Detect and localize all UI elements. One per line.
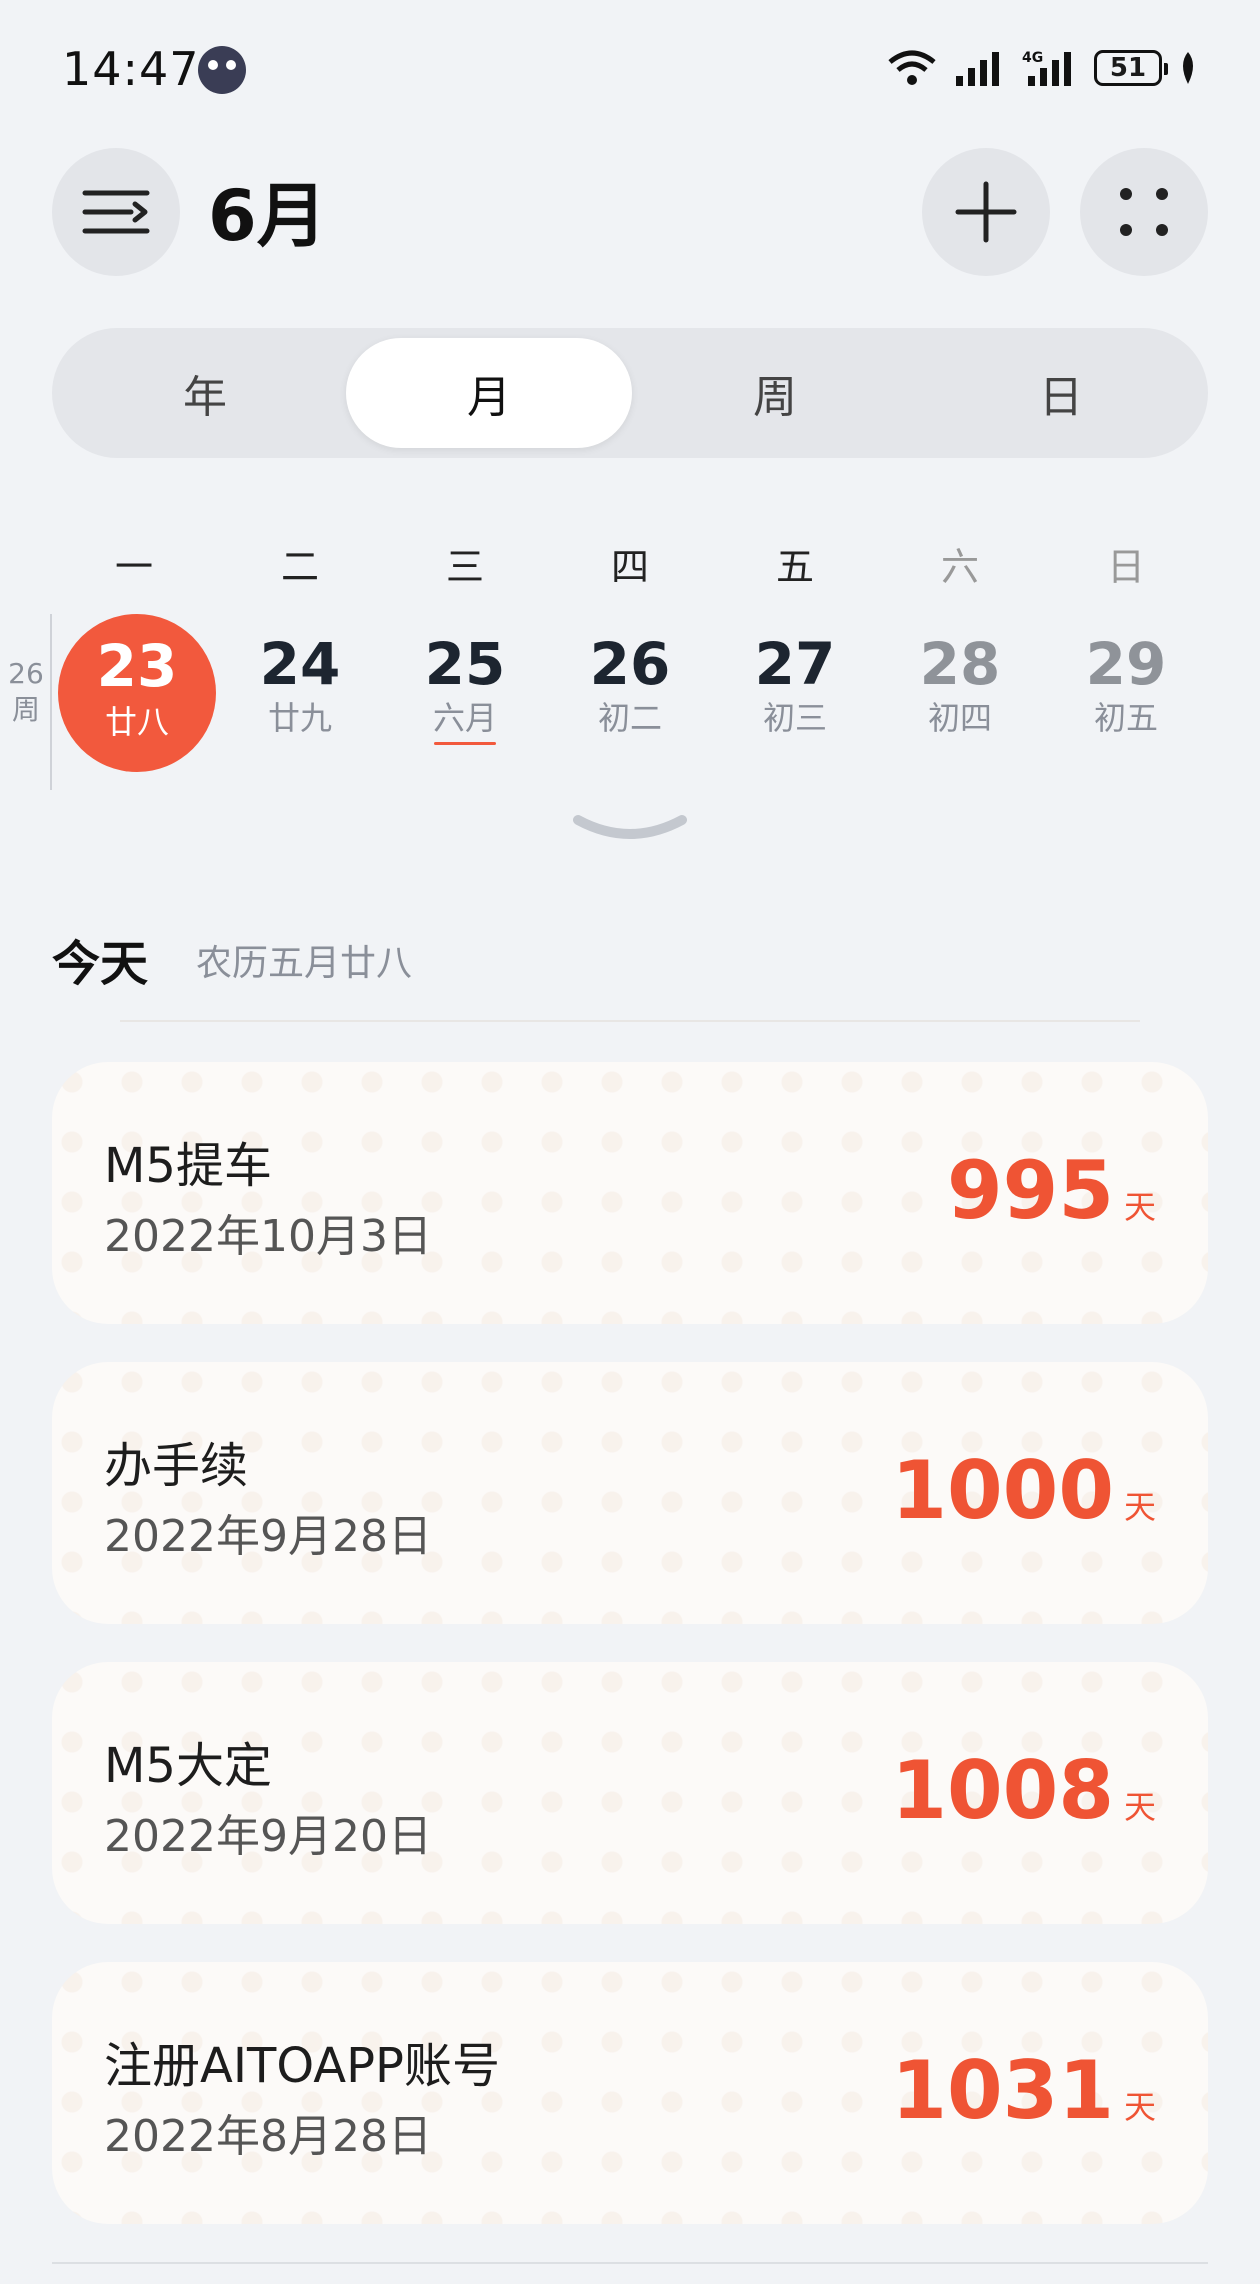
- day-number: 28: [919, 630, 1001, 698]
- week-number-value: 26: [8, 657, 44, 690]
- day-number: 29: [1085, 630, 1167, 698]
- event-days-count: 995: [946, 1144, 1114, 1237]
- event-date: 2022年8月28日: [104, 2111, 432, 2162]
- day-lunar: 廿九: [267, 699, 332, 737]
- event-days-unit: 天: [1123, 1788, 1156, 1826]
- day-number: 26: [589, 630, 671, 698]
- week-number-unit: 周: [11, 693, 40, 726]
- event-days-unit: 天: [1123, 1488, 1156, 1526]
- tab-month[interactable]: 月: [346, 338, 632, 448]
- event-card[interactable]: M5大定 2022年9月20日 1008 天: [52, 1662, 1208, 1924]
- bottom-divider: [52, 2262, 1208, 2264]
- svg-text:4G: 4G: [1022, 50, 1043, 66]
- more-options-button[interactable]: [1080, 148, 1208, 276]
- menu-icon: [82, 190, 150, 234]
- weekday-tue: 二: [280, 545, 319, 589]
- event-card[interactable]: 办手续 2022年9月28日 1000 天: [52, 1362, 1208, 1624]
- tab-day[interactable]: 日: [918, 338, 1204, 448]
- status-time: 14:47: [62, 42, 200, 96]
- event-card[interactable]: 注册AITOAPP账号 2022年8月28日 1031 天: [52, 1962, 1208, 2224]
- event-countdown: 1008 天: [891, 1744, 1156, 1837]
- status-icons: 4G 51: [886, 48, 1198, 88]
- weekday-sun: 日: [1106, 545, 1145, 589]
- day-lunar: 初二: [597, 699, 662, 737]
- event-days-count: 1000: [891, 1444, 1114, 1537]
- day-27[interactable]: 27 初三: [720, 630, 870, 738]
- weekday-sat: 六: [940, 545, 979, 589]
- divider: [120, 1020, 1140, 1022]
- battery-icon: 51: [1094, 50, 1168, 86]
- day-number: 27: [754, 630, 836, 698]
- today-lunar-date: 农历五月廿八: [196, 943, 413, 984]
- day-lunar: 初四: [927, 699, 992, 737]
- event-days-unit: 天: [1123, 1188, 1156, 1226]
- day-lunar: 初三: [762, 699, 827, 737]
- day-number: 24: [259, 630, 341, 698]
- week-divider: [50, 614, 52, 790]
- signal-4g-icon: 4G: [1022, 50, 1071, 86]
- battery-level: 51: [1109, 53, 1147, 83]
- day-28[interactable]: 28 初四: [885, 630, 1035, 738]
- plus-icon: [955, 181, 1017, 243]
- event-title: M5大定: [104, 1738, 272, 1794]
- tab-week[interactable]: 周: [632, 338, 918, 448]
- day-lunar: 六月: [432, 699, 497, 737]
- event-countdown: 1000 天: [891, 1444, 1156, 1537]
- notification-icon: [198, 46, 246, 94]
- event-days-count: 1008: [891, 1744, 1114, 1837]
- event-date: 2022年9月20日: [104, 1811, 432, 1862]
- day-26[interactable]: 26 初二: [555, 630, 705, 738]
- day-23-lunar: 廿八: [104, 703, 169, 741]
- day-24[interactable]: 24 廿九: [225, 630, 375, 738]
- weekday-wed: 三: [445, 545, 484, 589]
- expand-chevron-icon[interactable]: [572, 812, 688, 848]
- day-number: 25: [424, 630, 506, 698]
- event-title: 注册AITOAPP账号: [104, 2038, 500, 2094]
- event-days-unit: 天: [1123, 2088, 1156, 2126]
- day-23-number: 23: [96, 632, 178, 700]
- event-title: M5提车: [104, 1138, 272, 1194]
- today-heading: 今天: [52, 936, 149, 992]
- event-days-count: 1031: [891, 2044, 1114, 2137]
- event-card[interactable]: M5提车 2022年10月3日 995 天: [52, 1062, 1208, 1324]
- day-25[interactable]: 25 六月: [390, 630, 540, 738]
- event-title: 办手续: [104, 1438, 249, 1494]
- month-title[interactable]: 6月: [208, 160, 327, 261]
- day-29[interactable]: 29 初五: [1051, 630, 1201, 738]
- week-number: 26 周: [6, 656, 46, 728]
- weekday-thu: 四: [610, 545, 649, 589]
- event-date: 2022年9月28日: [104, 1511, 432, 1562]
- day-lunar: 初五: [1093, 699, 1158, 737]
- event-countdown: 995 天: [947, 1144, 1156, 1237]
- lunar-month-marker: [434, 742, 496, 745]
- signal-icon: [956, 52, 999, 86]
- menu-button[interactable]: [52, 148, 180, 276]
- wifi-icon: [888, 50, 936, 85]
- add-event-button[interactable]: [922, 148, 1050, 276]
- weekday-fri: 五: [775, 545, 814, 589]
- event-countdown: 1031 天: [891, 2044, 1156, 2137]
- leaf-icon: [1183, 52, 1193, 84]
- tab-year[interactable]: 年: [62, 338, 348, 448]
- grid-dots-icon: [1120, 188, 1168, 236]
- weekday-mon: 一: [114, 545, 153, 589]
- event-date: 2022年10月3日: [104, 1211, 432, 1262]
- view-switcher: 年 月 周 日: [52, 328, 1208, 458]
